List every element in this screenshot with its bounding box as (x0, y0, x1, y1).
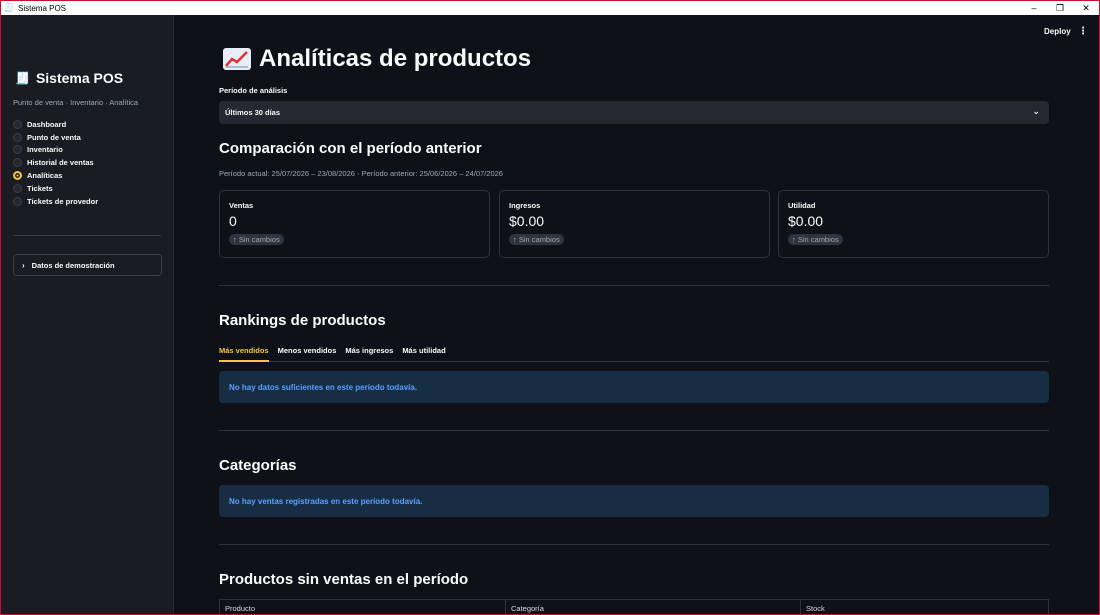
section-divider (219, 285, 1049, 286)
sidebar-divider (13, 235, 161, 236)
close-button[interactable]: ✕ (1073, 1, 1099, 15)
nav-item-historial[interactable]: Historial de ventas (13, 156, 98, 169)
nav-label: Inventario (27, 145, 63, 155)
metric-utilidad: Utilidad $0.00 ↑ Sin cambios (778, 190, 1049, 258)
rankings-heading: Rankings de productos (219, 312, 386, 329)
categories-info-alert: No hay ventas registradas en este períod… (219, 485, 1049, 517)
nav-label: Analíticas (27, 171, 63, 181)
period-label: Período de análisis (219, 86, 288, 95)
section-divider (219, 544, 1049, 545)
metric-label: Ingresos (509, 201, 541, 210)
period-select[interactable]: Últimos 30 días ⌄ (219, 101, 1049, 124)
categories-heading: Categorías (219, 457, 297, 474)
metric-delta: ↑ Sin cambios (509, 234, 564, 245)
metric-delta-text: Sin cambios (518, 235, 560, 244)
metric-delta: ↑ Sin cambios (788, 234, 843, 245)
nav-item-tickets-provedor[interactable]: Tickets de provedor (13, 195, 98, 208)
app-icon: 🧾 (4, 3, 14, 12)
metric-delta-text: Sin cambios (797, 235, 839, 244)
column-header-stock[interactable]: Stock (801, 600, 1048, 614)
tab-mas-ingresos[interactable]: Más ingresos (345, 345, 393, 362)
tab-menos-vendidos[interactable]: Menos vendidos (278, 345, 337, 362)
radio-icon (13, 119, 22, 129)
chevron-right-icon: › (22, 260, 25, 270)
metric-label: Utilidad (788, 201, 816, 210)
minimize-button[interactable]: – (1021, 1, 1047, 15)
radio-icon (13, 145, 22, 155)
title-bar: 🧾 Sistema POS – ❐ ✕ (1, 1, 1099, 15)
metric-value: $0.00 (788, 213, 824, 229)
metric-ventas: Ventas 0 ↑ Sin cambios (219, 190, 490, 258)
nav-item-tickets[interactable]: Tickets (13, 182, 98, 195)
brand: 🧾 Sistema POS (15, 70, 123, 86)
page-title: Analíticas de productos (223, 45, 531, 73)
sidebar-tagline: Punto de venta · Inventario · Analítica (13, 98, 139, 107)
nav-item-dashboard[interactable]: Dashboard (13, 118, 98, 131)
metric-ingresos: Ingresos $0.00 ↑ Sin cambios (499, 190, 770, 258)
chevron-down-icon: ⌄ (1032, 106, 1040, 116)
nav-label: Dashboard (27, 119, 67, 129)
nav-item-analiticas[interactable]: Analíticas (13, 169, 98, 182)
maximize-button[interactable]: ❐ (1047, 1, 1073, 15)
rankings-tabs: Más vendidos Menos vendidos Más ingresos… (219, 345, 1049, 362)
nosales-heading: Productos sin ventas en el período (219, 571, 469, 588)
metric-value: $0.00 (509, 213, 545, 229)
rankings-info-alert: No hay datos suficientes en este período… (219, 371, 1049, 403)
period-select-value: Últimos 30 días (225, 108, 281, 117)
column-header-producto[interactable]: Producto (220, 600, 506, 614)
metric-delta: ↑ Sin cambios (229, 234, 284, 245)
nosales-table-header: Producto Categoría Stock (219, 599, 1049, 614)
nav-label: Tickets de provedor (27, 196, 99, 206)
expander-label: Datos de demostración (31, 260, 115, 270)
tab-mas-vendidos[interactable]: Más vendidos (219, 345, 269, 362)
column-header-categoria[interactable]: Categoría (506, 600, 801, 614)
nav-label: Tickets (27, 183, 53, 193)
nav-radio-group: Dashboard Punto de venta Inventario Hist… (13, 118, 98, 208)
metric-delta-text: Sin cambios (238, 235, 280, 244)
window-title: Sistema POS (18, 3, 67, 13)
main-menu-icon[interactable]: ⋮ (1078, 26, 1088, 37)
brand-title: Sistema POS (35, 70, 124, 86)
radio-selected-icon (13, 171, 22, 181)
nav-label: Historial de ventas (27, 158, 94, 168)
nav-label: Punto de venta (27, 132, 81, 142)
metric-label: Ventas (229, 201, 254, 210)
metric-value: 0 (229, 213, 237, 229)
radio-icon (13, 158, 22, 168)
demo-data-expander[interactable]: › Datos de demostración (13, 254, 162, 276)
deploy-button[interactable]: Deploy (1044, 27, 1071, 36)
receipt-icon: 🧾 (15, 71, 30, 85)
radio-icon (13, 183, 22, 193)
chart-increasing-icon (223, 48, 251, 70)
page-title-text: Analíticas de productos (259, 45, 532, 72)
radio-icon (13, 196, 22, 206)
section-divider (219, 430, 1049, 431)
nav-item-punto-de-venta[interactable]: Punto de venta (13, 131, 98, 144)
comparison-heading: Comparación con el período anterior (219, 140, 482, 157)
nav-item-inventario[interactable]: Inventario (13, 144, 98, 157)
comparison-caption: Período actual: 25/07/2026 – 23/08/2026 … (219, 169, 503, 178)
sidebar: 🧾 Sistema POS Punto de venta · Inventari… (1, 15, 174, 614)
app-window: 🧾 Sistema POS – ❐ ✕ 🧾 Sistema POS Punto … (0, 0, 1100, 615)
tab-mas-utilidad[interactable]: Más utilidad (402, 345, 445, 362)
radio-icon (13, 132, 22, 142)
